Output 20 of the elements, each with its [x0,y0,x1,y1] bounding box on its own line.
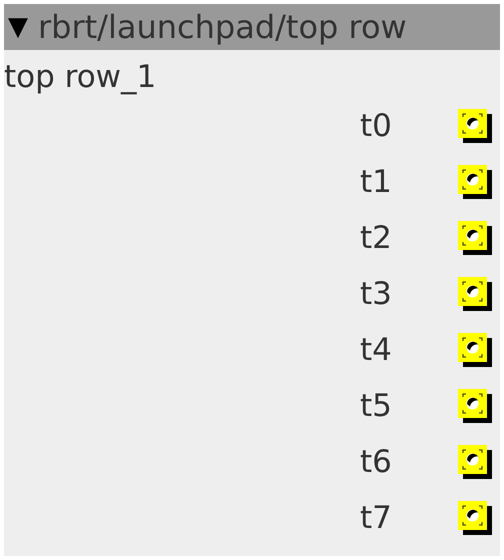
button-label: t0 [360,108,393,144]
toggle-button[interactable] [458,165,492,199]
group-title: top row_1 [4,58,158,97]
header-bar[interactable]: ▼ rbrt/launchpad/top row [4,4,500,50]
button-label: t2 [360,220,393,256]
toggle-button[interactable] [458,277,492,311]
toggle-button[interactable] [458,501,492,535]
collapse-arrow[interactable]: ▼ [8,12,28,42]
button-label: t5 [360,388,393,424]
button-label: t1 [360,164,393,200]
toggle-button[interactable] [458,333,492,367]
toggle-button[interactable] [458,445,492,479]
toggle-button[interactable] [458,109,492,143]
header-title: rbrt/launchpad/top row [38,8,407,46]
button-label: t3 [360,276,393,312]
button-label: t7 [360,500,393,536]
toggle-button[interactable] [458,221,492,255]
button-label: t6 [360,444,393,480]
button-label: t4 [360,332,393,368]
toggle-button[interactable] [458,389,492,423]
